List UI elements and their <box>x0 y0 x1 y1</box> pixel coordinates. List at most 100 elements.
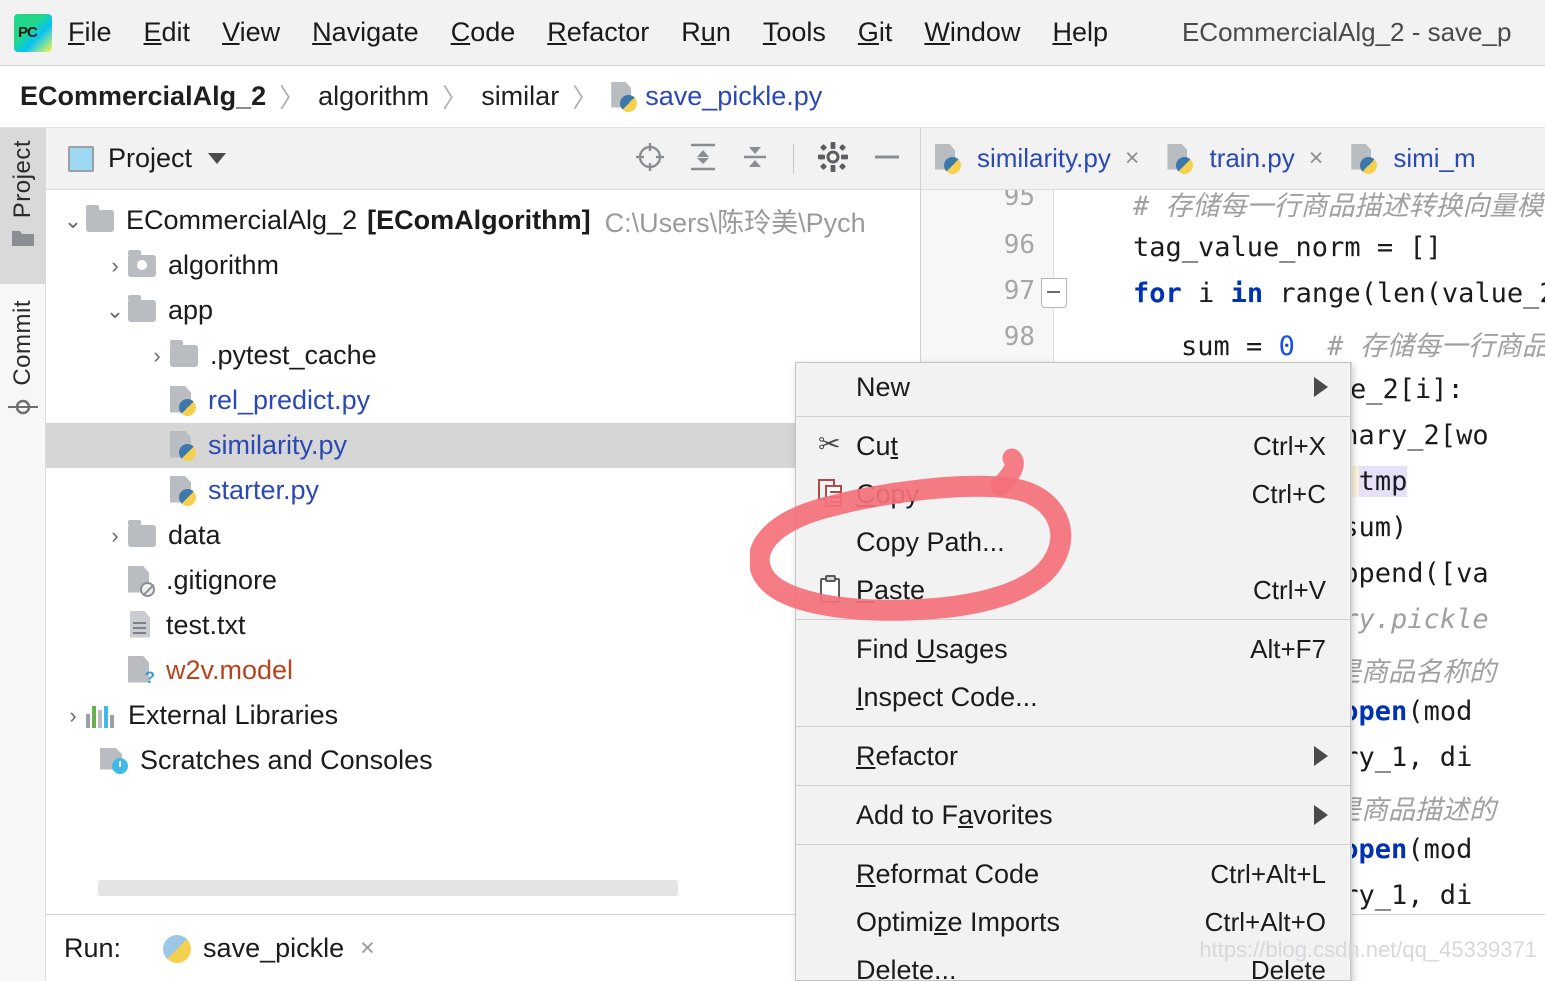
editor-tab-similarity[interactable]: similarity.py × <box>921 128 1153 190</box>
menu-item-find-usages[interactable]: Find Usages Alt+F7 <box>796 625 1350 673</box>
chevron-right-icon[interactable]: › <box>102 523 128 549</box>
menu-view[interactable]: View <box>206 17 296 48</box>
expand-all-icon[interactable] <box>689 142 717 177</box>
close-icon[interactable]: × <box>1309 144 1324 173</box>
window-title: ECommercialAlg_2 - save_p <box>1181 17 1512 47</box>
menu-help[interactable]: Help <box>1036 17 1124 48</box>
tree-row-test-txt[interactable]: test.txt <box>46 603 920 648</box>
line-number: 98 <box>1003 322 1035 352</box>
chevron-right-icon[interactable]: › <box>60 703 86 729</box>
editor-menu-edge <box>1351 362 1352 981</box>
run-label: Run: <box>64 933 122 963</box>
menu-navigate[interactable]: Navigate <box>296 17 435 48</box>
code-fold-icon[interactable] <box>1041 278 1067 308</box>
menu-tools[interactable]: Tools <box>747 17 842 48</box>
tree-row-data[interactable]: › data <box>46 513 920 558</box>
tree-row-app[interactable]: ⌄ app <box>46 288 920 333</box>
context-menu: New Cut Ctrl+X Copy Ctrl+C Copy Path... … <box>795 362 1351 981</box>
chevron-down-icon[interactable] <box>208 153 227 164</box>
menu-item-copy[interactable]: Copy Ctrl+C <box>796 470 1350 518</box>
menu-code[interactable]: Code <box>435 17 532 48</box>
run-configuration-name[interactable]: save_pickle <box>203 933 344 964</box>
python-file-icon <box>170 475 196 506</box>
menu-git[interactable]: Git <box>842 17 909 48</box>
breadcrumb-file[interactable]: save_pickle.py <box>645 81 822 112</box>
menu-item-delete-label: Delete... <box>856 954 957 981</box>
project-panel-header: Project <box>46 128 920 190</box>
tree-row-rel-predict[interactable]: rel_predict.py <box>46 378 920 423</box>
chevron-right-icon[interactable]: › <box>102 253 128 279</box>
tree-row-starter[interactable]: starter.py <box>46 468 920 513</box>
tree-label-similarity: similarity.py <box>208 430 348 460</box>
menu-file[interactable]: File <box>52 17 128 48</box>
python-file-icon <box>170 385 196 416</box>
menu-item-optimize-imports-shortcut: Ctrl+Alt+O <box>1204 906 1326 937</box>
breadcrumb-folder-similar[interactable]: similar <box>481 81 559 112</box>
menu-separator <box>796 726 1350 727</box>
chevron-right-icon[interactable]: › <box>144 343 170 369</box>
hide-panel-icon[interactable] <box>872 142 902 177</box>
select-opened-file-icon[interactable] <box>635 142 665 177</box>
tree-row-algorithm[interactable]: › algorithm <box>46 243 920 288</box>
tree-row-scratches[interactable]: Scratches and Consoles <box>46 738 920 783</box>
chevron-down-icon[interactable]: ⌄ <box>60 208 86 234</box>
commit-icon <box>8 396 38 423</box>
python-run-icon <box>163 934 192 963</box>
settings-gear-icon[interactable] <box>818 141 848 177</box>
paste-icon <box>818 575 846 605</box>
code-line-98: sum = 0 # 存储每一行商品描 <box>1181 324 1545 365</box>
menu-item-inspect-code-label: Inspect Code... <box>856 681 1038 712</box>
pycharm-logo-icon <box>14 13 52 52</box>
project-horizontal-scrollbar[interactable] <box>98 880 678 896</box>
tree-label-project: ECommercialAlg_2 <box>126 205 358 235</box>
sidebar-tab-project[interactable]: Project <box>0 128 46 284</box>
menu-run[interactable]: Run <box>665 17 747 48</box>
menu-item-reformat-code-shortcut: Ctrl+Alt+L <box>1210 858 1326 889</box>
editor-tab-simi-m[interactable]: simi_m <box>1337 128 1489 190</box>
sidebar-tab-commit[interactable]: Commit <box>0 288 46 453</box>
menu-item-paste-label: Paste <box>856 574 926 605</box>
chevron-down-icon[interactable]: ⌄ <box>102 298 128 324</box>
menu-item-cut[interactable]: Cut Ctrl+X <box>796 422 1350 470</box>
line-number: 96 <box>1003 230 1035 260</box>
tree-label-starter: starter.py <box>208 475 320 505</box>
menu-item-refactor[interactable]: Refactor <box>796 732 1350 780</box>
folder-icon <box>128 294 156 322</box>
tree-row-external-libraries[interactable]: › External Libraries <box>46 693 920 738</box>
tree-row-pytest-cache[interactable]: › .pytest_cache <box>46 333 920 378</box>
project-icon <box>68 145 94 172</box>
code-line-97: for i in range(len(value_2)) <box>1133 278 1545 309</box>
python-file-icon <box>935 143 961 174</box>
breadcrumb-folder-algorithm[interactable]: algorithm <box>318 81 429 112</box>
menu-bar: File Edit View Navigate Code Refactor Ru… <box>0 0 1545 66</box>
menu-refactor[interactable]: Refactor <box>531 17 665 48</box>
menu-item-add-to-favorites[interactable]: Add to Favorites <box>796 791 1350 839</box>
breadcrumb-separator-icon: 〉 <box>572 83 599 113</box>
python-file-icon <box>611 81 638 112</box>
menu-item-inspect-code[interactable]: Inspect Code... <box>796 673 1350 721</box>
menu-item-new[interactable]: New <box>796 363 1350 411</box>
breadcrumb-project[interactable]: ECommercialAlg_2 <box>20 81 266 112</box>
menu-window[interactable]: Window <box>908 17 1036 48</box>
menu-item-reformat-code[interactable]: Reformat Code Ctrl+Alt+L <box>796 850 1350 898</box>
tree-row-gitignore[interactable]: .gitignore <box>46 558 920 603</box>
menu-item-copy-shortcut: Ctrl+C <box>1251 478 1326 509</box>
close-icon[interactable]: × <box>1125 144 1140 173</box>
copy-icon <box>818 479 846 509</box>
tree-row-w2v-model[interactable]: ? w2v.model <box>46 648 920 693</box>
tree-label-app: app <box>168 295 214 325</box>
menu-item-copy-path[interactable]: Copy Path... <box>796 518 1350 566</box>
menu-separator <box>796 844 1350 845</box>
breadcrumb-separator-icon: 〉 <box>442 83 469 113</box>
menu-edit[interactable]: Edit <box>128 17 207 48</box>
collapse-all-icon[interactable] <box>741 142 769 177</box>
close-icon[interactable]: × <box>360 934 375 963</box>
tree-row-project-root[interactable]: ⌄ ECommercialAlg_2 [EComAlgorithm] C:\Us… <box>46 198 920 243</box>
tree-row-similarity[interactable]: similarity.py <box>46 423 920 468</box>
gitignore-file-icon <box>128 565 155 597</box>
editor-tab-train[interactable]: train.py × <box>1153 128 1337 190</box>
menu-item-paste[interactable]: Paste Ctrl+V <box>796 566 1350 614</box>
line-number: 95 <box>1003 190 1035 212</box>
menu-file-label: ile <box>84 17 112 47</box>
code-line-95: # 存储每一行商品描述转换向量模长 <box>1133 191 1545 222</box>
